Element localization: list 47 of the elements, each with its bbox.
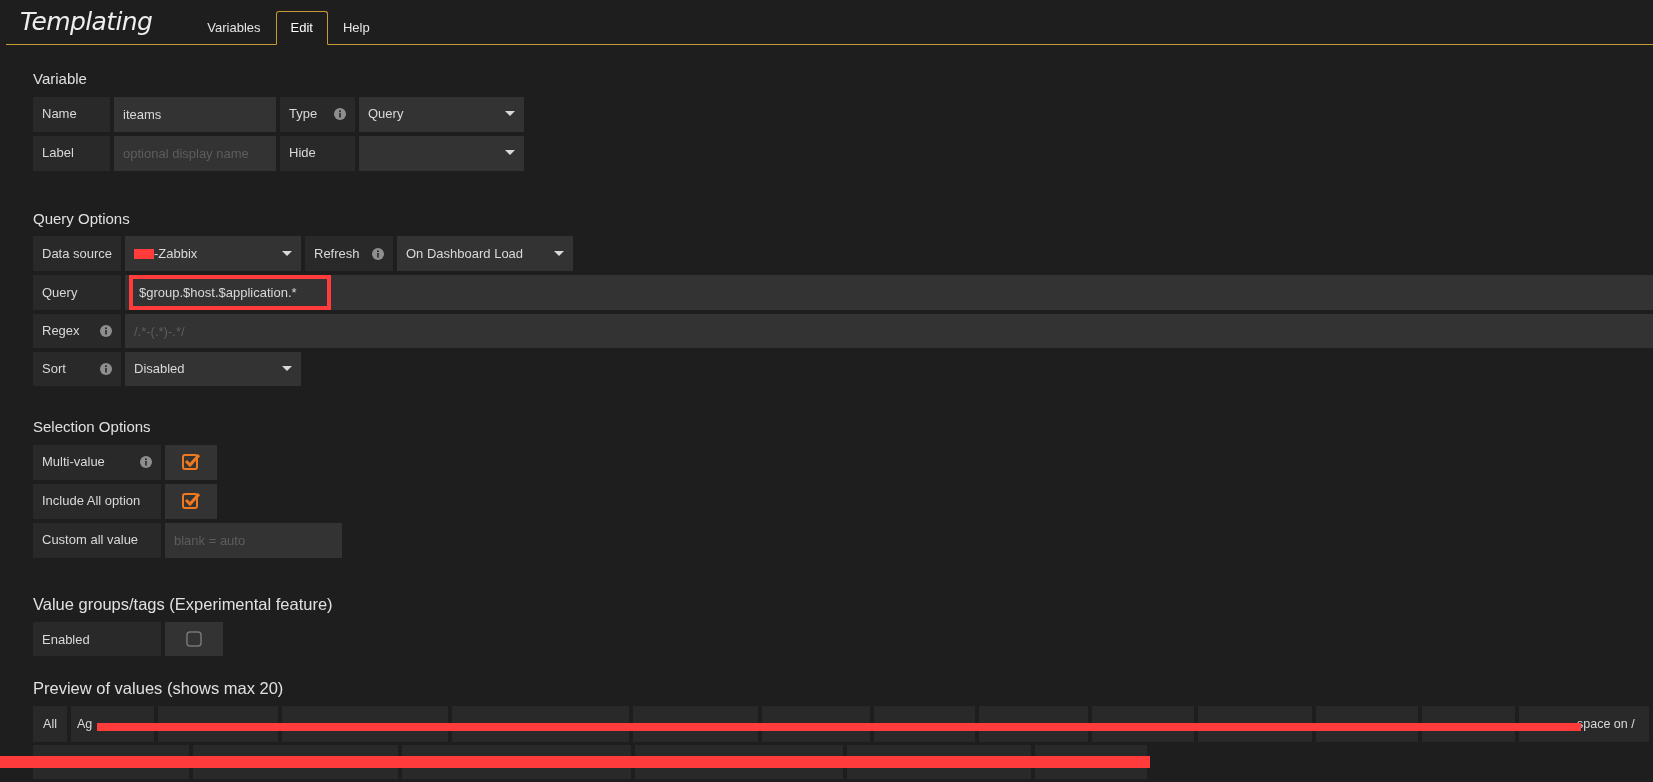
field-label: Label: [33, 135, 110, 171]
info-icon: [372, 247, 384, 260]
value-chip: All: [33, 706, 67, 742]
label-text: Refresh: [314, 244, 360, 263]
checkbox[interactable]: [165, 622, 223, 657]
select-dropdown[interactable]: -Zabbix: [125, 236, 301, 271]
caret-icon: [554, 250, 564, 257]
input-field[interactable]: iteams: [114, 96, 276, 132]
section-heading: Value groups/tags (Experimental feature): [33, 593, 334, 615]
select-dropdown[interactable]: Query: [359, 96, 524, 132]
section-heading: Preview of values (shows max 20): [33, 678, 285, 700]
label-text: Regex: [42, 322, 80, 341]
field-label: Data source: [33, 236, 121, 271]
caret-icon: [505, 150, 515, 156]
field-label: Query: [33, 275, 121, 310]
section-heading: Selection Options: [33, 417, 152, 437]
input-field[interactable]: $group.$host.$application.*: [125, 275, 1653, 310]
info-icon: [100, 363, 112, 375]
caret-icon: [505, 111, 515, 117]
checkbox[interactable]: [165, 444, 217, 480]
field-label: Hide: [280, 135, 355, 171]
label-text: Type: [289, 105, 318, 124]
select-dropdown[interactable]: Disabled: [125, 352, 301, 386]
label-text: Sort: [42, 360, 66, 379]
section-heading: Query Options: [33, 208, 131, 229]
input-field[interactable]: /.*-(.*)-.*/: [125, 314, 1653, 348]
info-icon: [334, 108, 346, 120]
tab[interactable]: Help: [327, 11, 385, 45]
select-value: -Zabbix: [154, 244, 198, 263]
query-text: $group.$host.$application.*: [129, 274, 331, 311]
page-title: Templating: [19, 5, 154, 38]
field-label: Custom all value: [33, 522, 161, 558]
empty-box-icon: [185, 630, 203, 649]
field-label: Name: [33, 96, 110, 132]
tab[interactable]: Variables: [192, 11, 276, 45]
field-label: Include All option: [33, 483, 161, 519]
field-label: Enabled: [33, 622, 161, 657]
checkmark-icon: [182, 453, 200, 471]
checkbox[interactable]: [165, 483, 217, 519]
checkmark-icon: [182, 492, 200, 510]
tab[interactable]: Edit: [275, 11, 328, 45]
caret-icon: [282, 250, 292, 257]
caret-icon: [282, 366, 292, 372]
label-text: Multi-value: [42, 453, 105, 472]
section-heading: Variable: [33, 69, 88, 89]
info-icon: [100, 325, 112, 337]
select-dropdown[interactable]: On Dashboard Load: [397, 236, 573, 271]
